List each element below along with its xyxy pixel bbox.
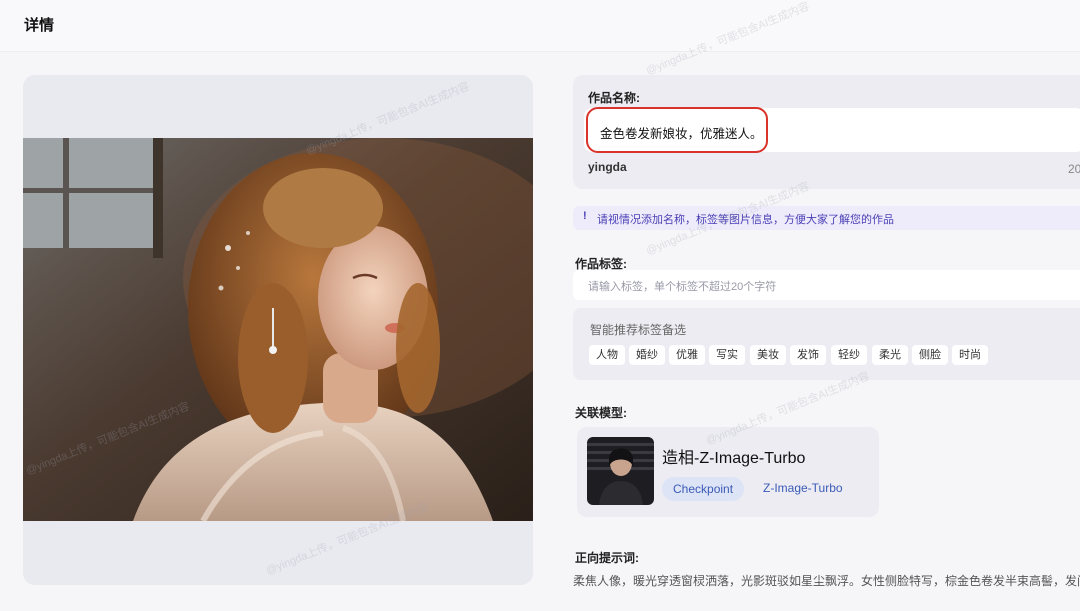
tag-chip[interactable]: 柔光 xyxy=(872,345,908,365)
tag-chip[interactable]: 轻纱 xyxy=(831,345,867,365)
model-thumbnail[interactable] xyxy=(587,437,654,505)
notice-text: 请视情况添加名称，标签等图片信息，方便大家了解您的作品 xyxy=(597,214,894,226)
model-type-badge: Checkpoint xyxy=(662,477,745,501)
prompt-text: 柔焦人像，暖光穿透窗棂洒落，光影斑驳如星尘飘浮。女性侧脸特写，棕金色卷发半束高髻… xyxy=(573,574,1080,588)
date-text: 20 xyxy=(1068,162,1080,176)
exclamation-icon: ! xyxy=(583,210,587,222)
tag-chip[interactable]: 发饰 xyxy=(790,345,826,365)
tag-chip[interactable]: 婚纱 xyxy=(629,345,665,365)
recommended-tags-card xyxy=(573,308,1080,380)
model-label: 关联模型: xyxy=(575,406,627,420)
tag-chip[interactable]: 时尚 xyxy=(952,345,988,365)
model-name[interactable]: 造相-Z-Image-Turbo xyxy=(662,444,805,468)
tags-input-placeholder[interactable]: 请输入标签，单个标签不超过20个字符 xyxy=(588,278,776,294)
tag-chip[interactable]: 侧脸 xyxy=(912,345,948,365)
page-title: 详情 xyxy=(24,17,55,34)
highlight-annotation xyxy=(586,107,768,153)
top-bar: 详情 xyxy=(0,0,1080,52)
author-name[interactable]: yingda xyxy=(588,160,627,174)
tag-chip[interactable]: 人物 xyxy=(589,345,625,365)
tag-chip[interactable]: 写实 xyxy=(709,345,745,365)
artwork-image[interactable] xyxy=(23,138,533,521)
title-label: 作品名称: xyxy=(588,91,640,105)
tag-chip[interactable]: 美妆 xyxy=(750,345,786,365)
recommended-tags-title: 智能推荐标签备选 xyxy=(590,323,687,337)
prompt-label: 正向提示词: xyxy=(575,551,639,565)
image-preview-card xyxy=(23,75,533,585)
base-model-text: Z-Image-Turbo xyxy=(763,481,843,495)
tag-chip[interactable]: 优雅 xyxy=(669,345,705,365)
